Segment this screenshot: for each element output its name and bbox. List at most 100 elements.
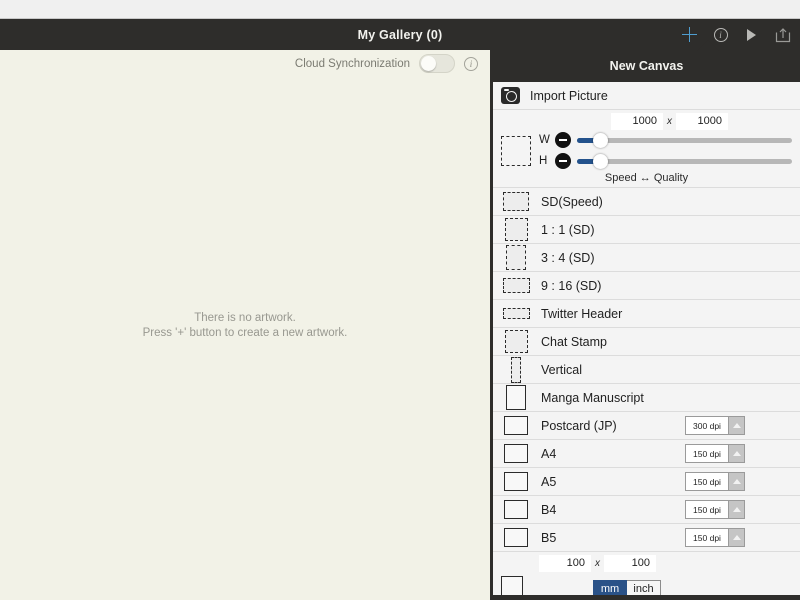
dpi-selector[interactable]: 150 dpi xyxy=(685,528,745,547)
panel-title: New Canvas xyxy=(493,50,800,82)
width-slider-label: W xyxy=(539,134,550,146)
custom-preset-thumb xyxy=(501,576,523,595)
preset-row[interactable]: SD(Speed) xyxy=(493,188,800,216)
camera-icon xyxy=(501,87,520,104)
preset-label: Vertical xyxy=(541,362,582,377)
preset-thumb-wrap xyxy=(501,528,531,547)
preset-shape-icon xyxy=(504,416,528,435)
preset-row[interactable]: 9 : 16 (SD) xyxy=(493,272,800,300)
preset-thumb-wrap xyxy=(501,308,531,319)
preset-thumb-wrap xyxy=(501,192,531,211)
preset-shape-icon xyxy=(502,278,530,293)
unit-option-inch[interactable]: inch xyxy=(627,580,661,595)
title-bar-actions: i xyxy=(674,19,798,50)
play-icon xyxy=(747,28,756,41)
custom-size-separator: x xyxy=(595,557,600,569)
dpi-value: 150 dpi xyxy=(686,529,728,546)
preset-row[interactable]: Twitter Header xyxy=(493,300,800,328)
custom-width-input[interactable]: 100 xyxy=(539,554,591,572)
dpi-up-arrow-icon[interactable] xyxy=(728,529,744,546)
dpi-up-arrow-icon[interactable] xyxy=(728,501,744,518)
preset-row[interactable]: Postcard (JP) 300 dpi xyxy=(493,412,800,440)
preset-thumb-wrap xyxy=(501,385,531,410)
preset-thumb-wrap xyxy=(501,356,531,383)
preset-shape-icon xyxy=(504,330,528,353)
canvas-preview-thumb xyxy=(501,135,531,166)
preset-thumb-wrap xyxy=(501,416,531,435)
speed-quality-row: Speed ↔ Quality xyxy=(493,169,800,188)
preset-shape-icon xyxy=(506,385,526,410)
unit-row: mm inch xyxy=(493,574,800,595)
dpi-selector[interactable]: 150 dpi xyxy=(685,472,745,491)
play-button[interactable] xyxy=(736,19,767,50)
dpi-selector[interactable]: 300 dpi xyxy=(685,416,745,435)
wh-slider-block: W H xyxy=(493,132,800,169)
sliders-group: W H xyxy=(539,132,792,169)
preset-row[interactable]: 1 : 1 (SD) xyxy=(493,216,800,244)
app-root: My Gallery (0) i Cloud Synchronization i… xyxy=(0,0,800,600)
share-icon xyxy=(775,27,790,42)
title-bar: My Gallery (0) i xyxy=(0,19,800,50)
height-slider-row: H xyxy=(539,153,792,169)
empty-gallery-message: There is no artwork. Press '+' button to… xyxy=(0,50,490,600)
height-slider[interactable] xyxy=(577,153,792,169)
share-button[interactable] xyxy=(767,19,798,50)
preset-label: Postcard (JP) xyxy=(541,418,617,433)
preset-row[interactable]: B5 150 dpi xyxy=(493,524,800,552)
preset-label: B4 xyxy=(541,502,557,517)
page-title: My Gallery (0) xyxy=(357,27,443,42)
plus-icon xyxy=(682,27,697,42)
preset-shape-icon xyxy=(504,528,528,547)
dpi-selector[interactable]: 150 dpi xyxy=(685,500,745,519)
preset-label: A5 xyxy=(541,474,557,489)
dpi-value: 300 dpi xyxy=(686,417,728,434)
preset-shape-icon xyxy=(504,472,528,491)
dpi-up-arrow-icon[interactable] xyxy=(728,473,744,490)
preset-thumb-wrap xyxy=(501,472,531,491)
window-top-strip xyxy=(0,0,800,19)
height-slider-label: H xyxy=(539,155,548,167)
preset-label: Chat Stamp xyxy=(541,334,608,349)
preset-row[interactable]: Vertical xyxy=(493,356,800,384)
dpi-up-arrow-icon[interactable] xyxy=(728,417,744,434)
preset-row[interactable]: B4 150 dpi xyxy=(493,496,800,524)
import-picture-row[interactable]: Import Picture xyxy=(493,82,800,110)
size-separator: x xyxy=(667,115,672,127)
width-slider[interactable] xyxy=(577,132,792,148)
width-decrement-button[interactable] xyxy=(555,132,571,148)
preset-list: SD(Speed) 1 : 1 (SD) 3 : 4 (SD) 9 : 16 (SD)… xyxy=(493,188,800,552)
dpi-value: 150 dpi xyxy=(686,501,728,518)
preset-label: 1 : 1 (SD) xyxy=(541,222,595,237)
preset-shape-icon xyxy=(511,356,521,383)
new-canvas-panel: New Canvas Import Picture 1000 x 1000 W xyxy=(490,50,800,600)
preset-row[interactable]: Manga Manuscript xyxy=(493,384,800,412)
preset-shape-icon xyxy=(504,500,528,519)
preset-thumb-wrap xyxy=(501,218,531,241)
dpi-up-arrow-icon[interactable] xyxy=(728,445,744,462)
preset-thumb-wrap xyxy=(501,245,531,270)
canvas-width-input[interactable]: 1000 xyxy=(611,112,663,130)
panel-pointer-caret xyxy=(697,40,719,51)
preset-shape-icon xyxy=(502,308,530,319)
dpi-value: 150 dpi xyxy=(686,445,728,462)
preset-shape-icon xyxy=(504,444,528,463)
preset-thumb-wrap xyxy=(501,500,531,519)
dpi-selector[interactable]: 150 dpi xyxy=(685,444,745,463)
width-slider-knob[interactable] xyxy=(593,132,608,148)
preset-label: B5 xyxy=(541,530,557,545)
preset-shape-icon xyxy=(506,245,526,270)
preset-row[interactable]: Chat Stamp xyxy=(493,328,800,356)
canvas-size-row: 1000 x 1000 xyxy=(493,110,800,132)
height-slider-knob[interactable] xyxy=(593,153,608,169)
preset-row[interactable]: 3 : 4 (SD) xyxy=(493,244,800,272)
height-decrement-button[interactable] xyxy=(555,153,571,169)
preset-row[interactable]: A4 150 dpi xyxy=(493,440,800,468)
unit-option-mm[interactable]: mm xyxy=(593,580,627,595)
preset-shape-icon xyxy=(503,192,529,211)
unit-toggle: mm inch xyxy=(593,580,661,595)
preset-thumb-wrap xyxy=(501,444,531,463)
custom-height-input[interactable]: 100 xyxy=(604,554,656,572)
preset-label: Twitter Header xyxy=(541,306,623,321)
preset-row[interactable]: A5 150 dpi xyxy=(493,468,800,496)
canvas-height-input[interactable]: 1000 xyxy=(676,112,728,130)
